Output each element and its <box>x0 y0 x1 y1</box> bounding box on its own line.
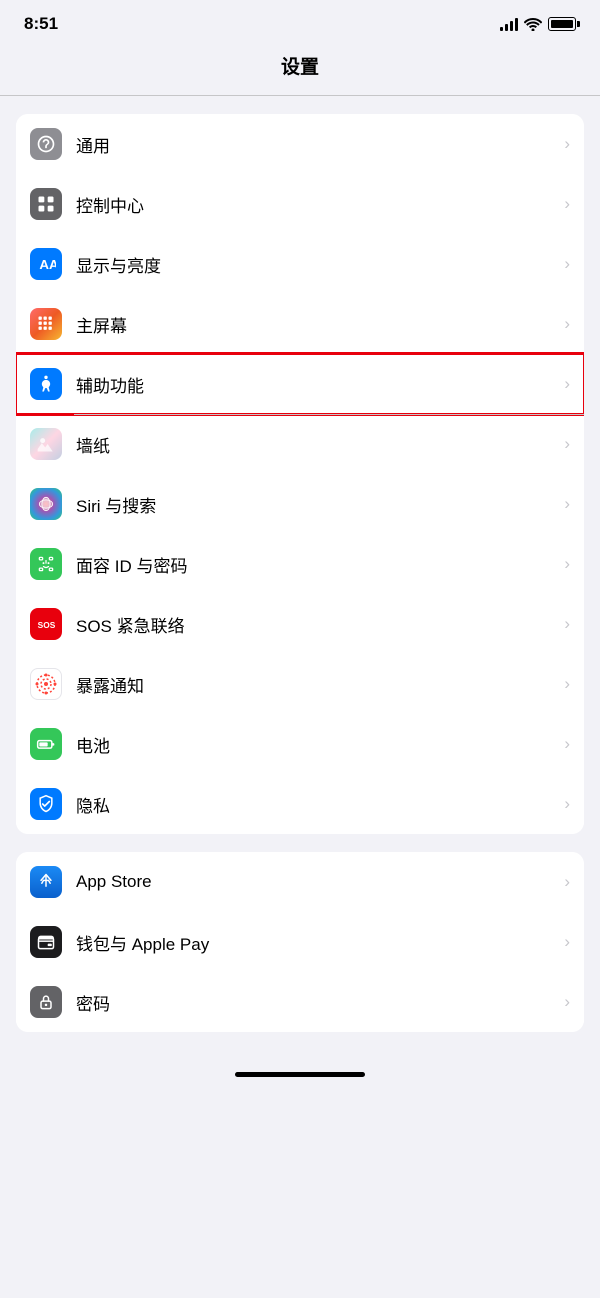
privacy-icon <box>30 788 62 820</box>
svg-text:AA: AA <box>39 257 56 272</box>
settings-row-sos[interactable]: SOS SOS 紧急联络 › <box>16 594 584 654</box>
passwords-icon <box>30 986 62 1018</box>
page-title-bar: 设置 <box>0 42 600 96</box>
display-chevron: › <box>564 254 570 274</box>
accessibility-label: 辅助功能 <box>76 372 558 397</box>
page-title: 设置 <box>281 57 319 78</box>
display-icon: AA <box>30 248 62 280</box>
accessibility-icon <box>30 368 62 400</box>
homescreen-chevron: › <box>564 314 570 334</box>
wallet-label: 钱包与 Apple Pay <box>76 930 558 955</box>
wallet-icon <box>30 926 62 958</box>
signal-icon <box>500 17 518 31</box>
settings-row-faceid[interactable]: 面容 ID 与密码 › <box>16 534 584 594</box>
settings-group-2: App Store › 钱包与 Apple Pay › 密码 › <box>16 852 584 1032</box>
wallet-chevron: › <box>564 932 570 952</box>
control-center-label: 控制中心 <box>76 192 558 217</box>
sos-chevron: › <box>564 614 570 634</box>
settings-row-control-center[interactable]: 控制中心 › <box>16 174 584 234</box>
appstore-icon <box>30 866 62 898</box>
exposure-icon <box>30 668 62 700</box>
battery-label: 电池 <box>76 732 558 757</box>
faceid-label: 面容 ID 与密码 <box>76 552 558 577</box>
settings-group-1: 通用 › 控制中心 › AA 显示与亮度 › <box>16 114 584 834</box>
faceid-icon <box>30 548 62 580</box>
settings-row-wallpaper[interactable]: 墙纸 › <box>16 414 584 474</box>
control-center-icon <box>30 188 62 220</box>
status-time: 8:51 <box>24 14 58 34</box>
settings-row-passwords[interactable]: 密码 › <box>16 972 584 1032</box>
wifi-icon <box>524 17 542 31</box>
wallpaper-icon <box>30 428 62 460</box>
status-icons <box>500 17 576 31</box>
svg-text:SOS: SOS <box>38 620 56 630</box>
control-center-chevron: › <box>564 194 570 214</box>
settings-row-siri[interactable]: Siri 与搜索 › <box>16 474 584 534</box>
display-label: 显示与亮度 <box>76 252 558 277</box>
wallpaper-label: 墙纸 <box>76 432 558 457</box>
battery-icon <box>548 17 576 31</box>
settings-row-display[interactable]: AA 显示与亮度 › <box>16 234 584 294</box>
appstore-label: App Store <box>76 872 558 892</box>
siri-label: Siri 与搜索 <box>76 492 558 517</box>
siri-chevron: › <box>564 494 570 514</box>
siri-icon <box>30 488 62 520</box>
settings-row-wallet[interactable]: 钱包与 Apple Pay › <box>16 912 584 972</box>
general-chevron: › <box>564 134 570 154</box>
privacy-label: 隐私 <box>76 792 558 817</box>
settings-row-appstore[interactable]: App Store › <box>16 852 584 912</box>
general-icon <box>30 128 62 160</box>
settings-row-homescreen[interactable]: 主屏幕 › <box>16 294 584 354</box>
settings-row-general[interactable]: 通用 › <box>16 114 584 174</box>
wallpaper-chevron: › <box>564 434 570 454</box>
faceid-chevron: › <box>564 554 570 574</box>
homescreen-icon <box>30 308 62 340</box>
passwords-chevron: › <box>564 992 570 1012</box>
settings-row-accessibility[interactable]: 辅助功能 › <box>16 354 584 414</box>
sos-label: SOS 紧急联络 <box>76 612 558 637</box>
passwords-label: 密码 <box>76 990 558 1015</box>
settings-row-exposure[interactable]: 暴露通知 › <box>16 654 584 714</box>
general-label: 通用 <box>76 132 558 157</box>
homescreen-label: 主屏幕 <box>76 312 558 337</box>
exposure-label: 暴露通知 <box>76 672 558 697</box>
accessibility-chevron: › <box>564 374 570 394</box>
sos-icon: SOS <box>30 608 62 640</box>
battery-chevron: › <box>564 734 570 754</box>
battery-settings-icon <box>30 728 62 760</box>
status-bar: 8:51 <box>0 0 600 42</box>
home-indicator <box>235 1072 365 1077</box>
settings-row-privacy[interactable]: 隐私 › <box>16 774 584 834</box>
privacy-chevron: › <box>564 794 570 814</box>
settings-row-battery[interactable]: 电池 › <box>16 714 584 774</box>
exposure-chevron: › <box>564 674 570 694</box>
appstore-chevron: › <box>564 872 570 892</box>
